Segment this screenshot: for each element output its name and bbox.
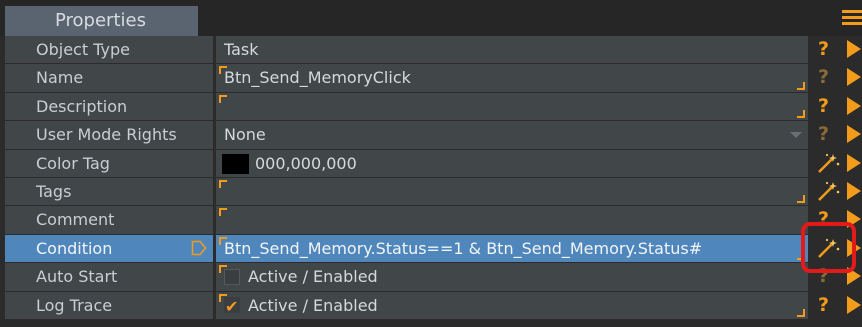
- comment-field[interactable]: [216, 206, 808, 234]
- menu-icon[interactable]: [842, 10, 862, 30]
- color-swatch[interactable]: [222, 154, 249, 175]
- highlight-annotation: [801, 222, 856, 273]
- property-row-condition[interactable]: Condition Btn_Send_Memory.Status==1 & Bt…: [0, 234, 862, 263]
- property-label: User Mode Rights: [5, 121, 213, 149]
- property-row-comment: Comment ?: [0, 206, 862, 234]
- property-label: Object Type: [5, 36, 213, 64]
- log-trace-toggle[interactable]: ✔ Active / Enabled: [216, 291, 808, 319]
- property-label: Tags: [5, 177, 213, 206]
- property-row-name: Name Btn_Send_MemoryClick ?: [0, 64, 862, 92]
- property-label: Comment: [5, 206, 213, 234]
- property-row-description: Description ?: [0, 92, 862, 121]
- help-icon[interactable]: ?: [812, 36, 842, 63]
- expand-arrow-icon[interactable]: [847, 295, 861, 314]
- help-icon[interactable]: ?: [812, 292, 842, 319]
- property-label: Condition: [5, 234, 213, 263]
- color-tag-field[interactable]: 000,000,000: [216, 149, 808, 177]
- property-grid: Object Type Task ? Name Btn_Send_MemoryC…: [0, 36, 862, 320]
- properties-tab[interactable]: Properties: [5, 6, 198, 36]
- property-label: Color Tag: [5, 149, 213, 177]
- checkmark-icon: ✔: [225, 297, 239, 317]
- property-label: Name: [5, 64, 213, 92]
- magic-wand-icon[interactable]: [812, 150, 842, 177]
- help-icon[interactable]: ?: [812, 93, 842, 120]
- property-row-color-tag: Color Tag 000,000,000: [0, 149, 862, 178]
- tag-marker-icon: [191, 240, 207, 255]
- property-label: Log Trace: [5, 291, 213, 319]
- property-value-object-type: Task: [216, 36, 808, 64]
- magic-wand-icon[interactable]: [812, 178, 842, 205]
- expand-arrow-icon[interactable]: [847, 125, 861, 144]
- properties-panel: Properties Object Type Task ? Name Btn_S…: [0, 0, 862, 327]
- user-mode-rights-select[interactable]: None: [216, 121, 808, 149]
- condition-field[interactable]: Btn_Send_Memory.Status==1 & Btn_Send_Mem…: [216, 234, 808, 263]
- tags-field[interactable]: [216, 177, 808, 206]
- checkbox[interactable]: ✔: [224, 297, 240, 316]
- checkbox[interactable]: [224, 268, 240, 285]
- help-icon[interactable]: ?: [812, 64, 842, 91]
- property-row-log-trace: Log Trace ✔ Active / Enabled ?: [0, 291, 862, 320]
- panel-header: Properties: [0, 0, 862, 36]
- property-row-auto-start: Auto Start Active / Enabled ?: [0, 263, 862, 291]
- expand-arrow-icon[interactable]: [847, 181, 861, 200]
- name-field[interactable]: Btn_Send_MemoryClick: [216, 64, 808, 92]
- expand-arrow-icon[interactable]: [847, 68, 861, 87]
- expand-arrow-icon[interactable]: [847, 153, 861, 172]
- property-row-object-type: Object Type Task ?: [0, 36, 862, 64]
- property-row-tags: Tags: [0, 177, 862, 206]
- property-label: Description: [5, 92, 213, 121]
- help-icon[interactable]: ?: [812, 121, 842, 148]
- description-field[interactable]: [216, 92, 808, 121]
- auto-start-toggle[interactable]: Active / Enabled: [216, 263, 808, 291]
- expand-arrow-icon[interactable]: [847, 96, 861, 115]
- property-row-user-mode-rights: User Mode Rights None ?: [0, 121, 862, 149]
- property-label: Auto Start: [5, 263, 213, 291]
- dropdown-arrow-icon[interactable]: [790, 132, 802, 139]
- expand-arrow-icon[interactable]: [847, 40, 861, 58]
